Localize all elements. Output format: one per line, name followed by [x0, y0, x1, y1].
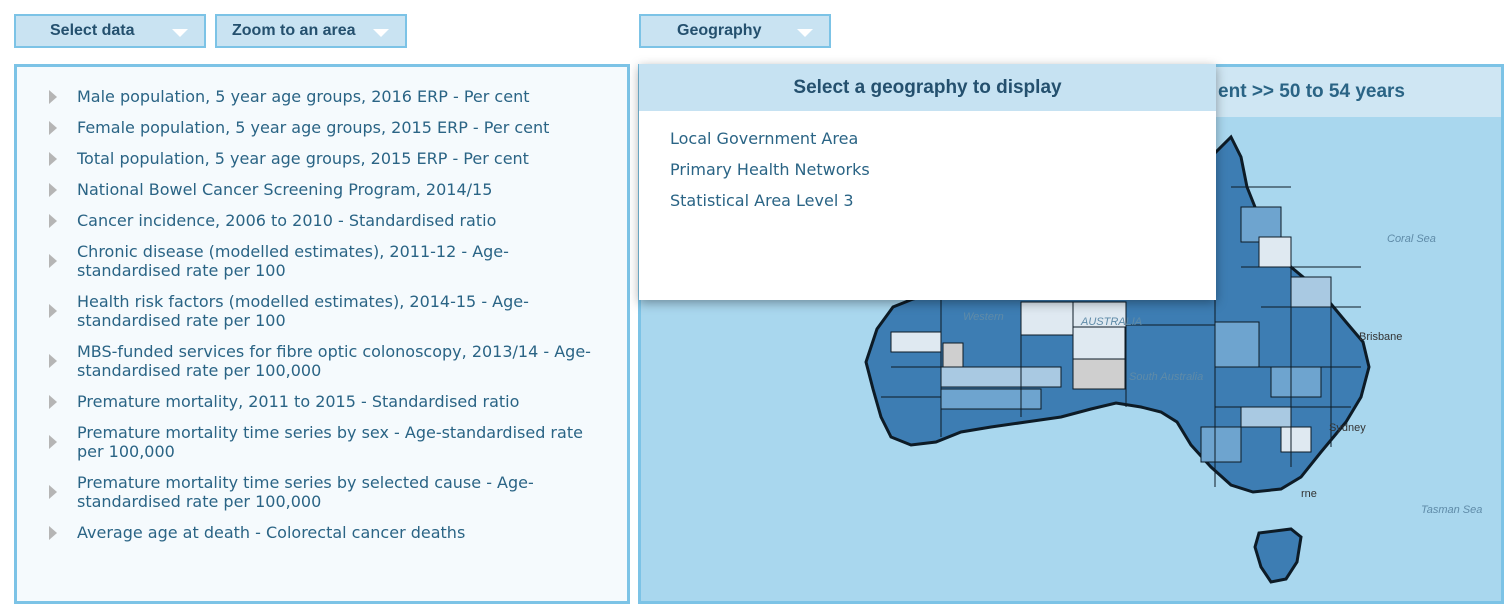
- data-selection-panel: Male population, 5 year age groups, 2016…: [14, 64, 630, 604]
- data-list: Male population, 5 year age groups, 2016…: [17, 67, 627, 542]
- expand-triangle-icon: [49, 213, 57, 228]
- data-item-label: Average age at death - Colorectal cancer…: [77, 523, 466, 542]
- select-data-label: Select data: [50, 22, 135, 39]
- region: [940, 366, 1062, 388]
- expand-triangle-icon: [49, 304, 57, 318]
- expand-triangle-icon: [49, 89, 57, 104]
- expand-triangle-icon: [49, 151, 57, 166]
- region: [1258, 236, 1292, 268]
- region: [890, 331, 942, 353]
- expand-triangle-icon: [49, 182, 57, 197]
- zoom-to-area-dropdown[interactable]: Zoom to an area: [215, 14, 407, 48]
- data-item-label: Total population, 5 year age groups, 201…: [77, 149, 529, 168]
- data-item[interactable]: Average age at death - Colorectal cancer…: [17, 523, 627, 542]
- region: [1072, 358, 1126, 390]
- south-australia-label: South Australia: [1129, 371, 1203, 383]
- data-item[interactable]: Health risk factors (modelled estimates)…: [17, 292, 627, 330]
- region: [1290, 276, 1332, 308]
- sydney-label: Sydney: [1329, 422, 1366, 434]
- region: [1072, 326, 1126, 360]
- geography-options: Local Government Area Primary Health Net…: [639, 111, 1216, 210]
- data-item[interactable]: National Bowel Cancer Screening Program,…: [17, 180, 627, 199]
- data-item[interactable]: Total population, 5 year age groups, 201…: [17, 149, 627, 168]
- data-item[interactable]: Chronic disease (modelled estimates), 20…: [17, 242, 627, 280]
- chevron-down-icon: [172, 29, 188, 37]
- data-item[interactable]: Premature mortality time series by selec…: [17, 473, 627, 511]
- data-item-label: MBS-funded services for fibre optic colo…: [77, 342, 591, 380]
- expand-triangle-icon: [49, 354, 57, 368]
- brisbane-label: Brisbane: [1359, 331, 1402, 343]
- data-item-label: Cancer incidence, 2006 to 2010 - Standar…: [77, 211, 497, 230]
- select-data-dropdown[interactable]: Select data: [14, 14, 206, 48]
- zoom-to-area-label: Zoom to an area: [232, 22, 356, 39]
- data-item[interactable]: Male population, 5 year age groups, 2016…: [17, 87, 627, 106]
- geography-dropdown[interactable]: Geography: [639, 14, 831, 48]
- data-item[interactable]: Female population, 5 year age groups, 20…: [17, 118, 627, 137]
- expand-triangle-icon: [49, 435, 57, 449]
- region: [1270, 366, 1322, 398]
- region: [1020, 301, 1074, 336]
- region: [1214, 321, 1260, 368]
- expand-triangle-icon: [49, 525, 57, 540]
- region: [1200, 426, 1242, 463]
- geography-popup-title: Select a geography to display: [639, 64, 1216, 111]
- data-item-label: Premature mortality, 2011 to 2015 - Stan…: [77, 392, 520, 411]
- expand-triangle-icon: [49, 254, 57, 268]
- data-item-label: Premature mortality time series by selec…: [77, 473, 534, 511]
- geography-option-lga[interactable]: Local Government Area: [670, 129, 1216, 148]
- data-item-label: National Bowel Cancer Screening Program,…: [77, 180, 493, 199]
- expand-triangle-icon: [49, 485, 57, 499]
- data-item-label: Health risk factors (modelled estimates)…: [77, 292, 529, 330]
- data-item[interactable]: MBS-funded services for fibre optic colo…: [17, 342, 627, 380]
- region: [940, 388, 1042, 410]
- map-title-text: ent >> 50 to 54 years: [1218, 81, 1405, 102]
- region: [942, 342, 964, 368]
- chevron-down-icon: [373, 29, 389, 37]
- geography-option-sa3[interactable]: Statistical Area Level 3: [670, 191, 1216, 210]
- chevron-down-icon: [797, 29, 813, 37]
- data-item[interactable]: Premature mortality, 2011 to 2015 - Stan…: [17, 392, 627, 411]
- data-item[interactable]: Cancer incidence, 2006 to 2010 - Standar…: [17, 211, 627, 230]
- expand-triangle-icon: [49, 120, 57, 135]
- geography-popup: Select a geography to display Local Gove…: [639, 64, 1216, 300]
- melbourne-label: rne: [1301, 488, 1317, 500]
- data-item-label: Premature mortality time series by sex -…: [77, 423, 583, 461]
- australia-label: AUSTRALIA: [1080, 316, 1142, 328]
- geography-label: Geography: [677, 22, 762, 39]
- region: [1280, 426, 1312, 453]
- coral-sea-label: Coral Sea: [1387, 233, 1436, 245]
- geography-option-phn[interactable]: Primary Health Networks: [670, 160, 1216, 179]
- expand-triangle-icon: [49, 394, 57, 409]
- western-label: Western: [963, 311, 1004, 323]
- data-item-label: Male population, 5 year age groups, 2016…: [77, 87, 530, 106]
- data-item[interactable]: Premature mortality time series by sex -…: [17, 423, 627, 461]
- tasman-sea-label: Tasman Sea: [1421, 504, 1482, 516]
- data-item-label: Female population, 5 year age groups, 20…: [77, 118, 550, 137]
- region: [1240, 406, 1292, 428]
- data-item-label: Chronic disease (modelled estimates), 20…: [77, 242, 509, 280]
